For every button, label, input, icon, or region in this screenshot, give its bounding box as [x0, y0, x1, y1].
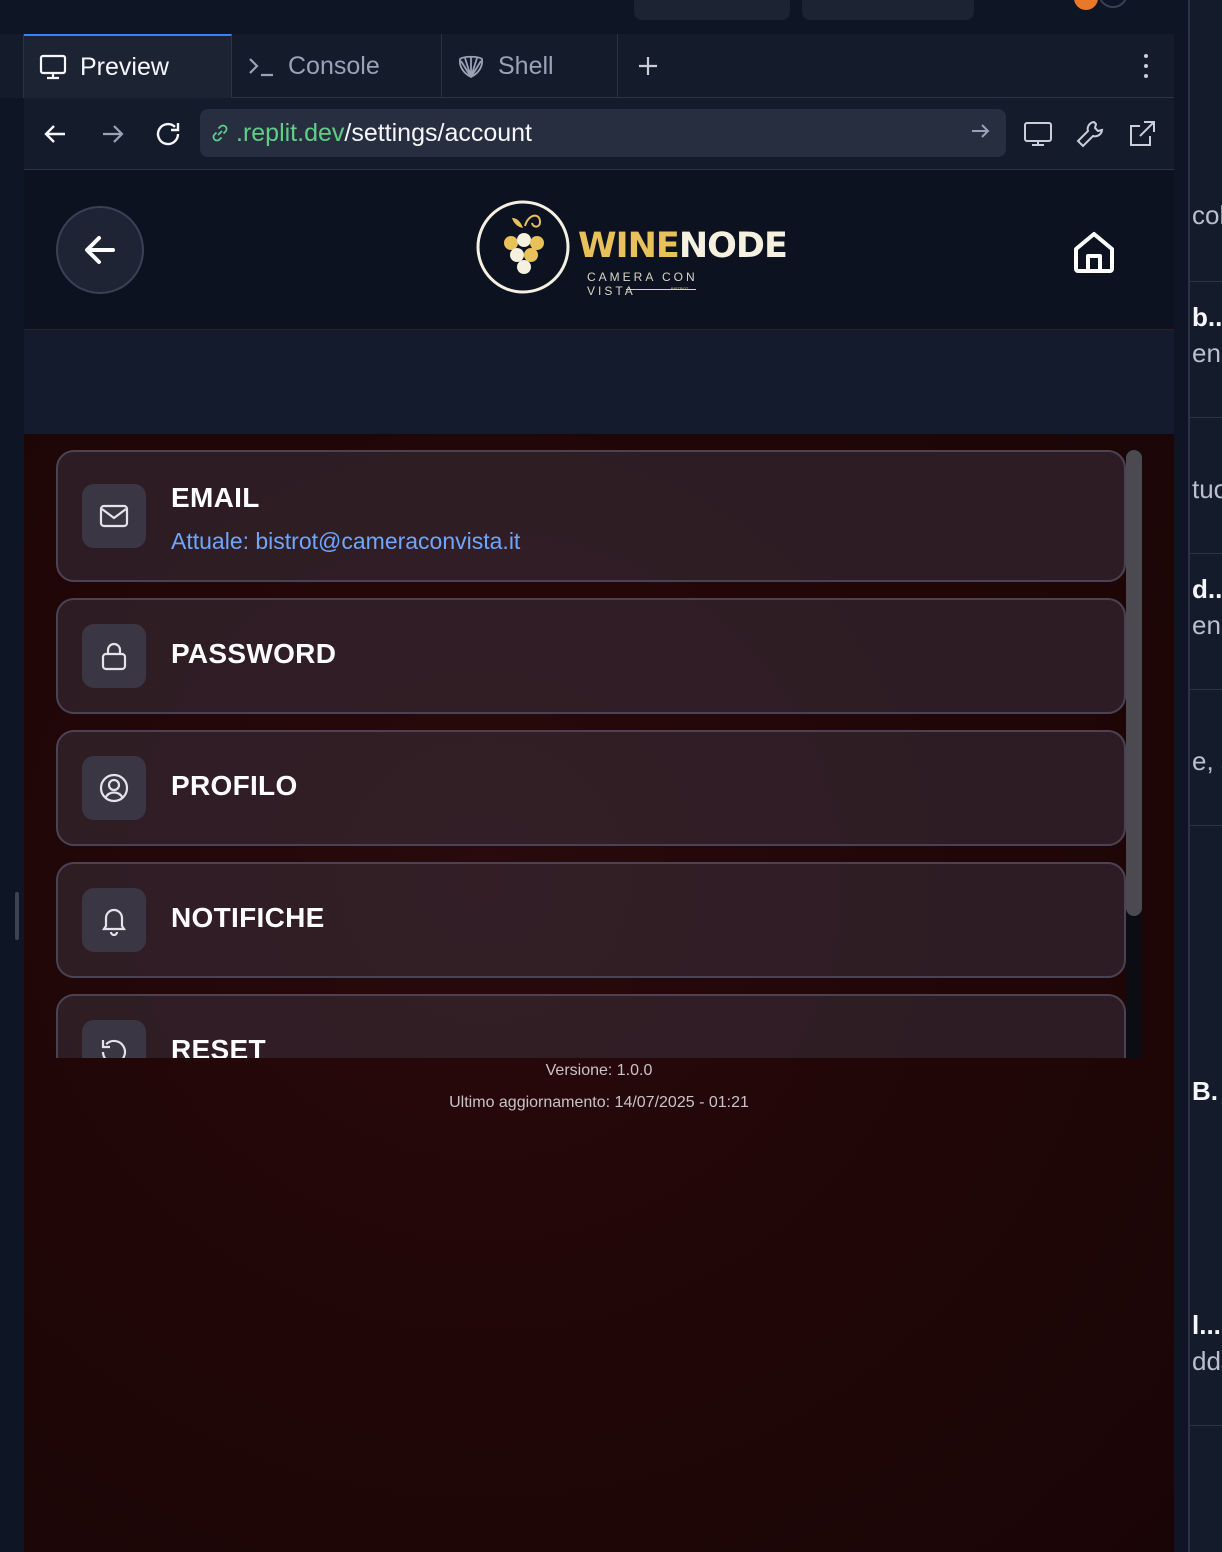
add-tab-button[interactable]	[622, 34, 674, 98]
sidebar-text: d..	[1192, 574, 1222, 604]
terminal-icon	[246, 51, 276, 81]
top-toolbar-strip	[0, 0, 1190, 34]
settings-item-title: RESET	[171, 1034, 266, 1058]
logo-mini-text: BISTROT	[671, 286, 689, 291]
settings-item-email[interactable]: EMAIL Attuale: bistrot@cameraconvista.it	[56, 450, 1126, 582]
tab-preview[interactable]: Preview	[24, 34, 232, 98]
last-updated-text: Ultimo aggiornamento: 14/07/2025 - 01:21	[449, 1094, 749, 1111]
settings-content: EMAIL Attuale: bistrot@cameraconvista.it…	[24, 434, 1174, 1552]
tab-label: Preview	[80, 52, 169, 81]
reload-icon[interactable]	[150, 116, 186, 152]
forward-arrow-icon[interactable]	[94, 116, 130, 152]
scrollbar-thumb[interactable]	[1126, 450, 1142, 916]
app-header: WINENODE CAMERA CON VISTA BISTROT	[24, 170, 1174, 330]
link-icon	[208, 121, 232, 145]
sidebar-text: b..	[1192, 302, 1222, 332]
open-external-icon[interactable]	[1122, 114, 1162, 154]
mail-icon	[82, 484, 146, 548]
monitor-icon	[38, 52, 68, 82]
user-avatar[interactable]	[1098, 0, 1128, 8]
screen: Preview Console Shell .replit.dev /setti…	[0, 0, 1222, 1552]
version-text: Versione: 1.0.0	[545, 1062, 653, 1079]
settings-item-profilo[interactable]: PROFILO	[56, 730, 1126, 846]
left-panel-edge	[0, 34, 24, 98]
settings-item-reset[interactable]: RESET	[56, 994, 1126, 1058]
bell-icon	[82, 888, 146, 952]
go-arrow-icon[interactable]	[968, 119, 992, 150]
settings-item-title: NOTIFICHE	[171, 902, 325, 933]
grape-logo-icon	[476, 200, 570, 294]
preview-pane: Preview Console Shell .replit.dev /setti…	[24, 34, 1174, 1552]
settings-item-password[interactable]: PASSWORD	[56, 598, 1126, 714]
winenode-logo: WINENODE CAMERA CON VISTA BISTROT	[476, 198, 788, 298]
tab-label: Shell	[498, 51, 554, 80]
sidebar-text: eno	[1192, 338, 1222, 368]
toolbar-pill[interactable]	[634, 0, 790, 20]
settings-item-title: PROFILO	[171, 770, 298, 801]
logo-wordmark: WINENODE	[578, 226, 788, 266]
right-sidebar: colc b.. eno tuo d.. enu e, s B. l... dd…	[1188, 0, 1222, 1552]
logo-subtitle: CAMERA CON VISTA	[587, 270, 698, 298]
tab-shell[interactable]: Shell	[442, 34, 618, 98]
sidebar-row[interactable]: tuo	[1190, 418, 1222, 554]
app-footer: Versione: 1.0.0 Ultimo aggiornamento: 14…	[24, 1060, 1174, 1124]
arrow-left-icon	[85, 236, 115, 264]
more-options-icon[interactable]	[1136, 50, 1156, 82]
notification-avatar[interactable]	[1074, 0, 1098, 10]
app-viewport: WINENODE CAMERA CON VISTA BISTROT EMAIL …	[24, 170, 1174, 1552]
sidebar-text: enu	[1192, 610, 1222, 640]
logo-word-wine: WINE	[578, 226, 680, 266]
url-path: /settings/account	[344, 118, 533, 147]
header-spacer-band	[24, 330, 1174, 434]
wrench-icon[interactable]	[1070, 114, 1110, 154]
sidebar-text: tuo	[1192, 474, 1222, 504]
sidebar-text: B.	[1192, 1076, 1218, 1106]
logo-word-node: NODE	[678, 226, 788, 266]
sidebar-text: dds	[1192, 1346, 1222, 1376]
sidebar-row[interactable]: colc	[1190, 0, 1222, 282]
settings-list: EMAIL Attuale: bistrot@cameraconvista.it…	[56, 450, 1142, 1058]
devices-icon[interactable]	[1018, 114, 1058, 154]
lock-icon	[82, 624, 146, 688]
resize-handle[interactable]	[15, 892, 19, 940]
settings-item-notifiche[interactable]: NOTIFICHE	[56, 862, 1126, 978]
home-icon	[1074, 232, 1114, 273]
sidebar-text: l...	[1192, 1310, 1221, 1340]
back-arrow-icon[interactable]	[38, 116, 74, 152]
tab-console[interactable]: Console	[232, 34, 442, 98]
sidebar-row[interactable]: b.. eno	[1190, 282, 1222, 418]
tab-label: Console	[288, 51, 380, 80]
shell-icon	[456, 51, 486, 81]
tab-bar: Preview Console Shell	[24, 34, 1174, 98]
user-circle-icon	[82, 756, 146, 820]
home-button[interactable]	[1070, 228, 1118, 276]
sidebar-text: colc	[1192, 200, 1222, 230]
settings-item-title: PASSWORD	[171, 638, 337, 669]
url-field[interactable]: .replit.dev/settings/account	[200, 109, 1006, 157]
current-email: Attuale: bistrot@cameraconvista.it	[171, 528, 521, 554]
url-host: .replit.dev	[236, 118, 345, 147]
sidebar-row[interactable]: B. l... dds	[1190, 826, 1222, 1426]
toolbar-pill[interactable]	[802, 0, 974, 20]
sidebar-row[interactable]: d.. enu	[1190, 554, 1222, 690]
back-button[interactable]	[56, 206, 144, 294]
sidebar-row[interactable]: e, s	[1190, 690, 1222, 826]
settings-item-title: EMAIL	[171, 482, 260, 513]
left-panel-gutter	[0, 34, 24, 1552]
reset-icon	[82, 1020, 146, 1058]
address-bar: .replit.dev/settings/account	[24, 98, 1174, 170]
sidebar-text: e, s	[1192, 746, 1222, 776]
